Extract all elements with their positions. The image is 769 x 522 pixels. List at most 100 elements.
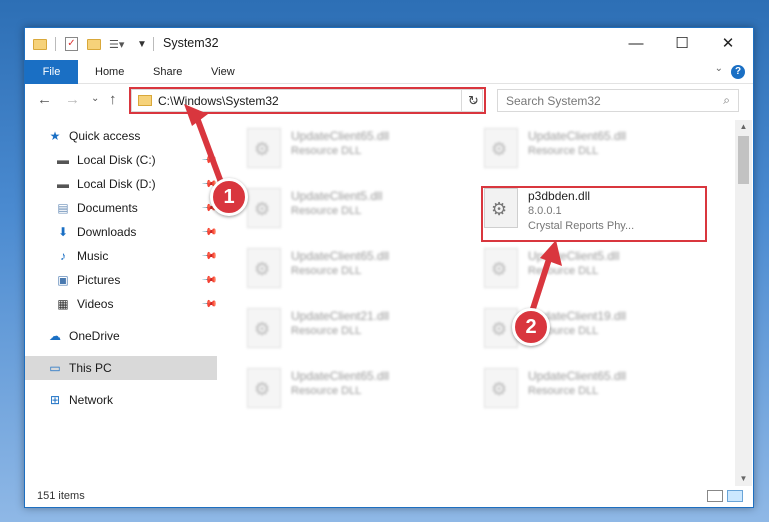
sidebar-item-label: Network [69,393,114,407]
file-type: Resource DLL [291,205,362,217]
sidebar-item-label: Quick access [69,129,141,143]
maximize-button[interactable]: ☐ [659,28,705,58]
sidebar-item-documents[interactable]: ▤ Documents 📌 [25,196,217,220]
sidebar-item-local-disk-d[interactable]: ▬ Local Disk (D:) 📌 [25,172,217,196]
chevron-down-icon[interactable]: ▼ [137,36,147,52]
music-icon: ♪ [60,249,66,263]
recent-locations-button[interactable]: ⌄ [91,93,99,104]
pin-icon: 📌 [200,271,218,289]
sidebar-item-quick-access[interactable]: ★ Quick access [25,124,217,148]
tab-home[interactable]: Home [95,60,124,84]
file-highlight-box [481,186,707,242]
item-count: 151 items [37,490,85,502]
pictures-icon: ▣ [57,273,69,287]
star-icon: ★ [49,129,61,143]
address-highlight-box [129,87,486,114]
file-item[interactable]: ⚙ UpdateClient21.dll Resource DLL [247,308,477,354]
up-button[interactable]: ↑ [109,91,117,108]
callout-badge-1: 1 [210,178,248,216]
tiles-view-icon[interactable] [727,490,743,502]
minimize-button[interactable]: — [613,28,659,58]
ribbon: File Home Share View ⌄ ? [25,60,753,84]
videos-icon: ▦ [57,297,69,311]
title-bar: ✓ ☰▾ ▼ System32 — ☐ ✕ [25,28,753,60]
file-type: Resource DLL [291,145,362,157]
documents-icon: ▤ [57,201,69,215]
pin-icon: 📌 [200,247,218,265]
sidebar-item-music[interactable]: ♪ Music 📌 [25,244,217,268]
tab-share[interactable]: Share [153,60,182,84]
cloud-icon: ☁ [49,329,61,343]
file-item[interactable]: ⚙ UpdateClient65.dll Resource DLL [247,248,477,294]
back-button[interactable]: ← [37,91,52,108]
scroll-up-icon[interactable]: ▲ [735,120,752,134]
sidebar-item-onedrive[interactable]: ☁ OneDrive [25,324,217,348]
details-view-icon[interactable] [707,490,723,502]
file-list: ⚙ UpdateClient65.dll Resource DLL ⚙ Updat… [231,120,736,484]
new-folder-icon[interactable] [87,36,101,52]
search-placeholder: Search System32 [506,93,601,108]
file-name: UpdateClient21.dll [291,309,390,323]
separator [55,36,56,52]
sidebar-item-label: This PC [69,361,112,375]
file-name: UpdateClient65.dll [528,129,627,143]
file-item[interactable]: ⚙ UpdateClient65.dll Resource DLL [484,368,714,414]
file-name: UpdateClient65.dll [528,369,627,383]
sidebar-item-label: OneDrive [69,329,120,343]
vertical-scrollbar[interactable]: ▲ ▼ [735,120,752,486]
properties-icon[interactable]: ✓ [65,36,78,52]
file-item[interactable]: ⚙ UpdateClient65.dll Resource DLL [484,128,714,174]
sidebar-item-downloads[interactable]: ⬇ Downloads 📌 [25,220,217,244]
dll-file-icon: ⚙ [484,368,518,408]
close-button[interactable]: ✕ [705,28,751,58]
dll-file-icon: ⚙ [484,128,518,168]
drive-icon: ▬ [57,177,69,191]
explorer-window: ✓ ☰▾ ▼ System32 — ☐ ✕ File Home Share Vi… [24,27,754,508]
callout-badge-2: 2 [512,308,550,346]
downloads-icon: ⬇ [57,225,69,239]
file-type: Resource DLL [528,265,599,277]
file-type: Resource DLL [291,385,362,397]
file-item[interactable]: ⚙ UpdateClient5.dll Resource DLL [484,248,714,294]
sidebar-item-label: Downloads [77,225,137,239]
status-bar: 151 items [25,486,753,507]
sidebar-item-pictures[interactable]: ▣ Pictures 📌 [25,268,217,292]
search-input[interactable]: Search System32 ⌕ [497,89,739,112]
help-icon[interactable]: ? [731,65,745,79]
sidebar-item-videos[interactable]: ▦ Videos 📌 [25,292,217,316]
sidebar-item-label: Videos [77,297,114,311]
dll-file-icon: ⚙ [484,248,518,288]
pin-icon: 📌 [200,151,218,169]
file-name: UpdateClient65.dll [291,369,390,383]
file-item[interactable]: ⚙ UpdateClient5.dll Resource DLL [247,188,477,234]
file-name: UpdateClient65.dll [291,129,390,143]
file-type: Resource DLL [291,265,362,277]
tab-view[interactable]: View [211,60,235,84]
collapse-ribbon-icon[interactable]: ⌄ [715,63,723,74]
dll-file-icon: ⚙ [247,188,281,228]
computer-icon: ▭ [49,361,61,375]
folder-icon [33,36,47,52]
file-type: Resource DLL [291,325,362,337]
view-toggle [707,490,743,502]
sidebar-item-label: Music [77,249,109,263]
sidebar-item-this-pc[interactable]: ▭ This PC [25,356,217,380]
network-icon: ⊞ [49,393,61,407]
drive-icon: ▬ [57,153,69,167]
tab-file[interactable]: File [25,60,78,84]
customize-toolbar-icon[interactable]: ☰▾ [109,36,124,52]
sidebar-item-label: Local Disk (D:) [77,177,156,191]
file-item[interactable]: ⚙ UpdateClient65.dll Resource DLL [247,128,477,174]
navigation-bar: ← → ⌄ ↑ C:\Windows\System32 ⌄ ↻ Search S… [25,85,753,117]
sidebar-item-local-disk-c[interactable]: ▬ Local Disk (C:) 📌 [25,148,217,172]
scroll-thumb[interactable] [738,136,749,184]
sidebar-item-network[interactable]: ⊞ Network [25,388,217,412]
file-item[interactable]: ⚙ UpdateClient65.dll Resource DLL [247,368,477,414]
dll-file-icon: ⚙ [247,248,281,288]
forward-button[interactable]: → [65,91,80,108]
scroll-down-icon[interactable]: ▼ [735,472,752,486]
file-type: Resource DLL [528,145,599,157]
sidebar-item-label: Documents [77,201,138,215]
dll-file-icon: ⚙ [247,128,281,168]
pin-icon: 📌 [200,223,218,241]
